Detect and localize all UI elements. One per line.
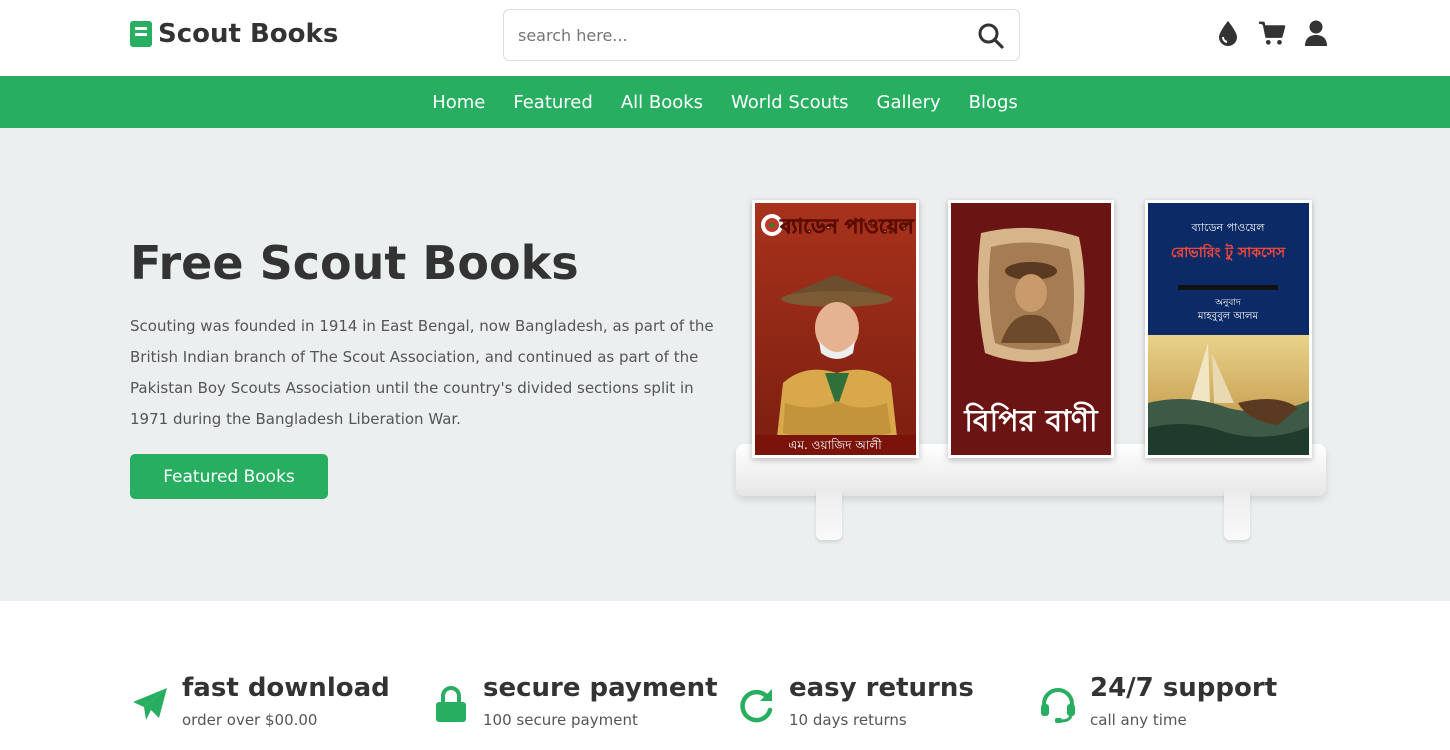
feature-subtitle: order over $00.00 [182, 711, 318, 729]
header-icons [1214, 18, 1330, 48]
svg-text:মাহবুবুল আলম: মাহবুবুল আলম [1197, 311, 1259, 322]
book-cover-rovering-to-success[interactable]: ব্যাডেন পাওয়েল রোভারিং টু সাকসেস অনুবাদ… [1145, 200, 1312, 458]
feature-easy-returns: easy returns 10 days returns [737, 673, 974, 729]
svg-text:বিপির বাণী: বিপির বাণী [963, 401, 1099, 439]
feature-title: secure payment [483, 673, 718, 703]
search-bar [503, 9, 1020, 61]
paper-plane-icon [130, 685, 170, 725]
nav-world-scouts[interactable]: World Scouts [731, 92, 848, 113]
svg-text:অনুবাদ: অনুবাদ [1214, 298, 1241, 308]
book-cover-baden-powell[interactable]: ব্যাডেন পাওয়েল এম. ওয়াজিদ আলী [752, 200, 919, 458]
feature-subtitle: 100 secure payment [483, 711, 638, 729]
search-icon[interactable] [977, 22, 1005, 50]
nav-all-books[interactable]: All Books [621, 92, 703, 113]
feature-subtitle: 10 days returns [789, 711, 907, 729]
headset-icon [1038, 685, 1078, 725]
svg-text:ব্যাডেন পাওয়েল: ব্যাডেন পাওয়েল [779, 214, 914, 238]
book-icon [130, 21, 152, 47]
book-cover-bipir-bani[interactable]: বিপির বাণী [948, 200, 1114, 458]
hero-description: Scouting was founded in 1914 in East Ben… [130, 317, 714, 428]
featured-books-button[interactable]: Featured Books [130, 454, 328, 499]
drop-icon[interactable] [1214, 18, 1242, 48]
feature-secure-payment: secure payment 100 secure payment [431, 673, 718, 729]
book-shelf: ব্যাডেন পাওয়েল এম. ওয়াজিদ আলী বিপির বা… [736, 200, 1328, 545]
cart-icon[interactable] [1258, 18, 1286, 48]
features-section: fast download order over $00.00 secure p… [0, 601, 1450, 750]
redo-icon [737, 685, 777, 725]
site-logo[interactable]: Scout Books [130, 18, 338, 50]
site-header: Scout Books [0, 0, 1450, 76]
main-nav: Home Featured All Books World Scouts Gal… [0, 76, 1450, 128]
hero-section: Free Scout Books Scouting was founded in… [0, 128, 1450, 601]
feature-title: fast download [182, 673, 390, 703]
nav-featured[interactable]: Featured [513, 92, 592, 113]
svg-text:এম. ওয়াজিদ আলী: এম. ওয়াজিদ আলী [788, 438, 882, 452]
nav-gallery[interactable]: Gallery [877, 92, 941, 113]
hero-title: Free Scout Books [130, 236, 579, 290]
shelf-bracket-left [816, 490, 842, 540]
feature-subtitle: call any time [1090, 711, 1187, 729]
brand-name: Scout Books [158, 19, 339, 49]
shelf-bracket-right [1224, 490, 1250, 540]
search-input[interactable] [504, 25, 944, 45]
svg-text:ব্যাডেন পাওয়েল: ব্যাডেন পাওয়েল [1191, 221, 1266, 234]
svg-text:রোভারিং টু সাকসেস: রোভারিং টু সাকসেস [1171, 243, 1286, 261]
feature-title: easy returns [789, 673, 974, 703]
nav-blogs[interactable]: Blogs [969, 92, 1018, 113]
feature-title: 24/7 support [1090, 673, 1278, 703]
feature-fast-download: fast download order over $00.00 [130, 673, 390, 729]
nav-home[interactable]: Home [432, 92, 485, 113]
lock-icon [431, 685, 471, 725]
feature-support: 24/7 support call any time [1038, 673, 1277, 729]
user-icon[interactable] [1302, 18, 1330, 48]
